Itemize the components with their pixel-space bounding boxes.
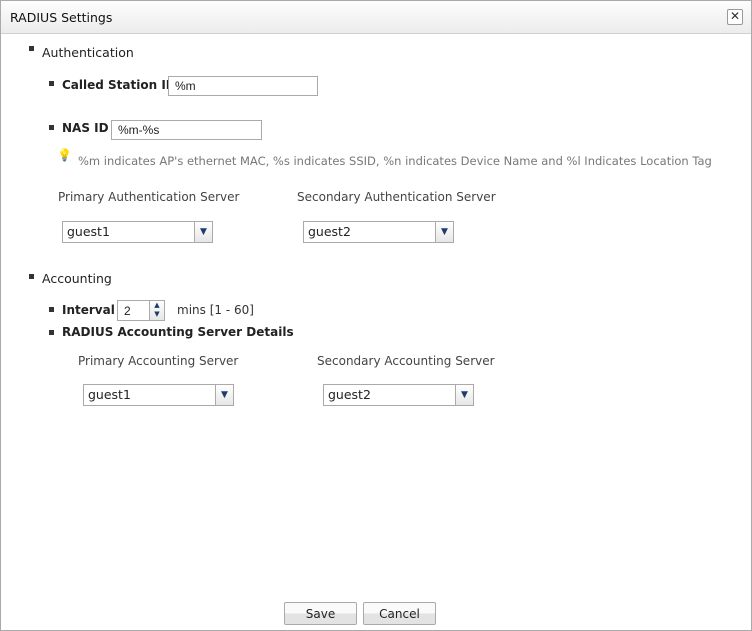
radius-settings-dialog: RADIUS Settings ✕ Authentication Called … [0,0,752,631]
lightbulb-icon: 💡 [57,148,72,162]
hint-text: %m indicates AP's ethernet MAC, %s indic… [78,154,712,168]
bullet-icon [29,274,34,279]
bullet-icon [29,46,34,51]
accounting-heading: Accounting [42,271,112,286]
cancel-button[interactable]: Cancel [363,602,436,625]
selected-value: guest1 [83,384,216,406]
chevron-down-icon[interactable]: ▼ [216,384,234,406]
secondary-auth-server-label: Secondary Authentication Server [297,190,496,204]
selected-value: guest2 [303,221,436,243]
interval-label: Interval [62,303,115,317]
chevron-down-icon[interactable]: ▼ [150,310,164,319]
called-station-id-label: Called Station ID [62,78,176,92]
primary-auth-server-label: Primary Authentication Server [58,190,240,204]
accounting-details-heading: RADIUS Accounting Server Details [62,325,294,339]
primary-auth-server-select[interactable]: guest1 ▼ [62,221,213,243]
primary-acct-server-label: Primary Accounting Server [78,354,239,368]
bullet-icon [49,81,54,86]
title-bar: RADIUS Settings ✕ [1,1,751,34]
interval-input[interactable] [117,300,150,321]
chevron-down-icon[interactable]: ▼ [195,221,213,243]
dialog-title: RADIUS Settings [10,10,113,25]
bullet-icon [49,125,54,130]
called-station-id-input[interactable] [168,76,318,96]
chevron-up-icon[interactable]: ▲ [150,301,164,310]
secondary-auth-server-select[interactable]: guest2 ▼ [303,221,454,243]
selected-value: guest1 [62,221,195,243]
chevron-down-icon[interactable]: ▼ [436,221,454,243]
bullet-icon [49,307,54,312]
bullet-icon [49,330,54,335]
close-icon[interactable]: ✕ [727,9,743,25]
chevron-down-icon[interactable]: ▼ [456,384,474,406]
authentication-heading: Authentication [42,45,134,60]
nas-id-input[interactable] [111,120,262,140]
interval-unit: mins [1 - 60] [177,303,254,317]
interval-stepper[interactable]: ▲ ▼ [150,300,165,321]
primary-acct-server-select[interactable]: guest1 ▼ [83,384,234,406]
selected-value: guest2 [323,384,456,406]
secondary-acct-server-select[interactable]: guest2 ▼ [323,384,474,406]
save-button[interactable]: Save [284,602,357,625]
nas-id-label: NAS ID [62,121,109,135]
secondary-acct-server-label: Secondary Accounting Server [317,354,495,368]
